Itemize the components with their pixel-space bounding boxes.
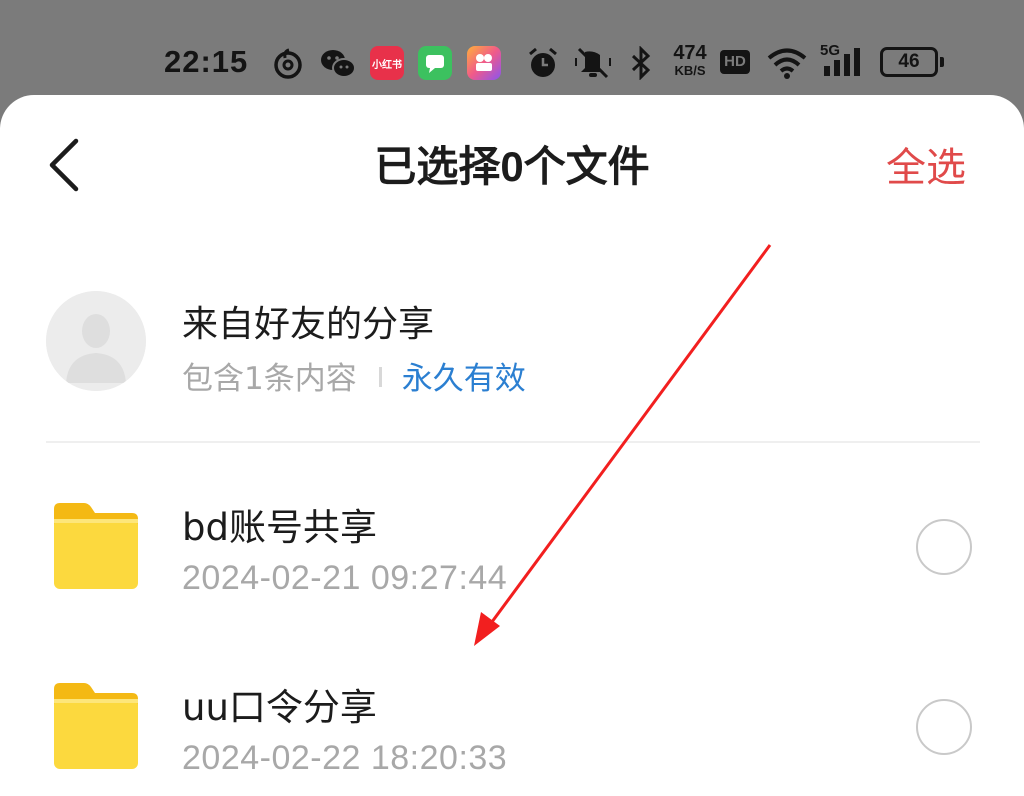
avatar [46,291,146,391]
battery-indicator: 46 [880,47,944,77]
share-meta: 包含1条内容 永久有效 [182,353,526,398]
signal-icon [824,48,860,76]
file-name: bd账号共享 [182,506,377,549]
status-bar: 22:15 小红书 474 KB/S HD 5G 46 [0,0,1024,96]
messages-app-icon [418,46,452,80]
wechat-icon [321,50,356,78]
file-date: 2024-02-21 09:27:44 [182,559,508,597]
list-item[interactable]: bd账号共享 2024-02-21 09:27:44 [0,475,1024,625]
video-app-icon [467,46,501,80]
share-item-count: 包含1条内容 [182,361,357,397]
netease-music-icon [274,48,302,79]
status-time: 22:15 [164,44,249,79]
file-name: uu口令分享 [182,686,377,729]
xiaohongshu-app-icon: 小红书 [370,46,404,80]
file-select-sheet: 已选择0个文件 全选 来自好友的分享 包含1条内容 永久有效 bd账号共享 202… [0,95,1024,796]
file-date: 2024-02-22 18:20:33 [182,739,508,777]
wifi-icon [767,48,807,79]
divider [46,441,980,443]
hd-badge: HD [720,50,750,74]
select-radio[interactable] [916,699,972,755]
page-title: 已选择0个文件 [374,143,650,190]
meta-separator [378,367,382,387]
default-avatar-icon [46,291,146,391]
list-item[interactable]: uu口令分享 2024-02-22 18:20:33 [0,655,1024,796]
mute-icon [575,47,611,79]
net-speed: 474 KB/S [673,42,707,78]
folder-icon [54,503,138,589]
folder-icon [54,683,138,769]
alarm-icon [529,47,557,77]
select-radio[interactable] [916,519,972,575]
share-validity: 永久有效 [401,361,526,397]
bluetooth-icon [631,46,651,80]
select-all-button[interactable]: 全选 [886,135,966,193]
share-source-title: 来自好友的分享 [182,304,435,345]
